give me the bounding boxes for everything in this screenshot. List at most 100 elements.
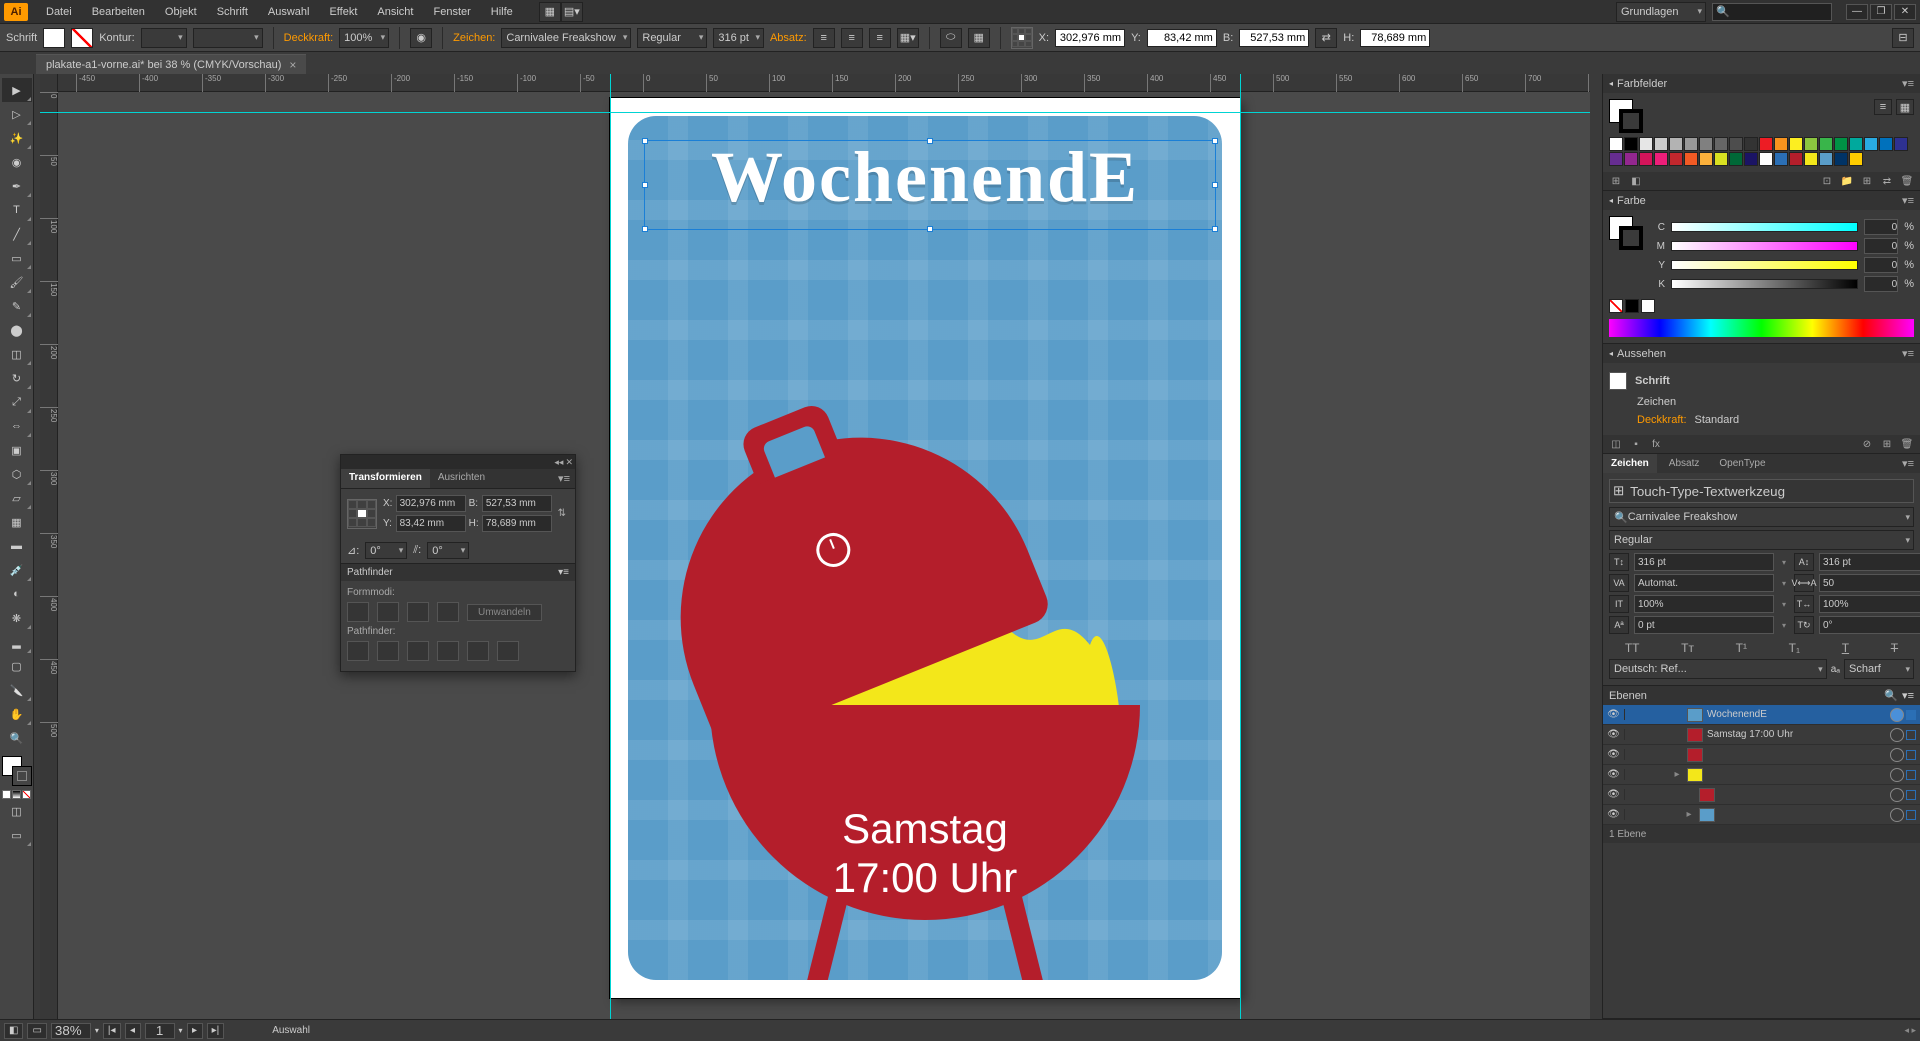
- h-input[interactable]: [1360, 29, 1430, 47]
- panel-close-icon[interactable]: ✕: [565, 457, 573, 468]
- minimize-button[interactable]: —: [1846, 4, 1868, 20]
- swatch[interactable]: [1684, 152, 1698, 166]
- controlbar-menu-button[interactable]: ⊟: [1892, 28, 1914, 48]
- target-icon[interactable]: [1890, 808, 1904, 822]
- swatch[interactable]: [1699, 152, 1713, 166]
- char-label[interactable]: Zeichen:: [453, 32, 495, 44]
- size-input[interactable]: [1634, 553, 1774, 571]
- swatch-link-icon[interactable]: ⇄: [1880, 176, 1894, 187]
- zoom-tool[interactable]: 🔍: [2, 726, 32, 750]
- color-fill-stroke[interactable]: [1609, 216, 1643, 250]
- zoom-dropdown-icon[interactable]: ▾: [95, 1026, 99, 1035]
- swatch[interactable]: [1819, 137, 1833, 151]
- tracking-input[interactable]: [1819, 574, 1920, 592]
- mesh-tool[interactable]: ▦: [2, 510, 32, 534]
- spectrum-bar[interactable]: [1609, 319, 1914, 337]
- swatch-fill-stroke[interactable]: [1609, 99, 1643, 133]
- font-select[interactable]: Carnivalee Freakshow: [501, 28, 631, 48]
- align-left-button[interactable]: ≡: [813, 28, 835, 48]
- swatch[interactable]: [1639, 137, 1653, 151]
- intersect-button[interactable]: [407, 602, 429, 622]
- direct-selection-tool[interactable]: ▷: [2, 102, 32, 126]
- close-button[interactable]: ✕: [1894, 4, 1916, 20]
- scale-tool[interactable]: ⤢: [2, 390, 32, 414]
- black-swatch-icon[interactable]: [1625, 299, 1639, 313]
- draw-mode-button[interactable]: ◫: [2, 799, 32, 823]
- align-right-button[interactable]: ≡: [869, 28, 891, 48]
- rotate-tool[interactable]: ↻: [2, 366, 32, 390]
- ruler-vertical[interactable]: 050100150200250300350400450500: [40, 74, 58, 1019]
- artboard-input[interactable]: [145, 1023, 175, 1039]
- layer-row[interactable]: 👁▸: [1603, 805, 1920, 825]
- warp-button[interactable]: ⬭: [940, 28, 962, 48]
- collapse-icon[interactable]: ◂: [1609, 349, 1613, 358]
- swatch[interactable]: [1714, 152, 1728, 166]
- panel-menu-icon[interactable]: ▾≡: [1902, 347, 1914, 360]
- baseline-input[interactable]: [1634, 616, 1774, 634]
- stroke-weight-select[interactable]: [141, 28, 187, 48]
- selection-tool[interactable]: ▶: [2, 78, 32, 102]
- width-tool[interactable]: ⇔: [2, 414, 32, 438]
- fill-stroke-indicator[interactable]: [2, 756, 32, 786]
- recolor-button[interactable]: ◉: [410, 28, 432, 48]
- divide-button[interactable]: [347, 641, 369, 661]
- y-slider[interactable]: [1671, 260, 1858, 270]
- poster-subtext[interactable]: Samstag 17:00 Uhr: [685, 805, 1165, 902]
- target-icon[interactable]: [1890, 708, 1904, 722]
- layout-button[interactable]: ▤▾: [561, 2, 583, 22]
- smallcaps-button[interactable]: Tᴛ: [1681, 641, 1694, 655]
- ref-point-selector[interactable]: [1011, 27, 1033, 49]
- k-input[interactable]: [1864, 276, 1898, 292]
- swatch[interactable]: [1834, 152, 1848, 166]
- c-slider[interactable]: [1671, 222, 1858, 232]
- guide-horizontal[interactable]: [40, 112, 1590, 113]
- layers-list[interactable]: 👁WochenendE👁Samstag 17:00 Uhr👁👁▸👁👁▸: [1603, 705, 1920, 825]
- layer-row[interactable]: 👁▸: [1603, 765, 1920, 785]
- guide-vertical-left[interactable]: [610, 74, 611, 1019]
- appearance-opacity-label[interactable]: Deckkraft:: [1637, 414, 1687, 426]
- panel-menu-icon[interactable]: ▾≡: [1902, 194, 1914, 207]
- c-input[interactable]: [1864, 219, 1898, 235]
- delete-swatch-icon[interactable]: 🗑: [1900, 176, 1914, 187]
- menu-datei[interactable]: Datei: [36, 0, 82, 24]
- tab-absatz[interactable]: Absatz: [1661, 454, 1708, 473]
- swatch[interactable]: [1789, 137, 1803, 151]
- align-menu-button[interactable]: ▦▾: [897, 28, 919, 48]
- slice-tool[interactable]: 🔪: [2, 678, 32, 702]
- para-label[interactable]: Absatz:: [770, 32, 807, 44]
- magic-wand-tool[interactable]: ✨: [2, 126, 32, 150]
- aa-select[interactable]: Scharf: [1844, 659, 1914, 679]
- touch-type-button[interactable]: ⊞Touch-Type-Textwerkzeug: [1609, 479, 1914, 503]
- panel-menu-icon[interactable]: ▾≡: [1902, 457, 1914, 470]
- color-mode-icons[interactable]: [0, 790, 33, 799]
- link-wh-button[interactable]: ⇄: [1315, 28, 1337, 48]
- shear-select[interactable]: 0°: [427, 542, 469, 559]
- w-input[interactable]: [1239, 29, 1309, 47]
- y-input[interactable]: [1147, 29, 1217, 47]
- swatch[interactable]: [1669, 137, 1683, 151]
- vertical-scrollbar[interactable]: [1590, 74, 1602, 1019]
- new-swatch-icon[interactable]: ⊞: [1860, 176, 1874, 187]
- swatch[interactable]: [1654, 152, 1668, 166]
- align-center-button[interactable]: ≡: [841, 28, 863, 48]
- canvas[interactable]: 050100150200250300350400450500 -450-400-…: [40, 74, 1590, 1019]
- tab-ausrichten[interactable]: Ausrichten: [430, 469, 493, 488]
- angle-select[interactable]: 0°: [365, 542, 407, 559]
- exclude-button[interactable]: [437, 602, 459, 622]
- panel-menu-icon[interactable]: ▾≡: [1902, 689, 1914, 702]
- m-input[interactable]: [1864, 238, 1898, 254]
- swatch[interactable]: [1714, 137, 1728, 151]
- char-style-select[interactable]: Regular: [1609, 530, 1914, 550]
- swatch[interactable]: [1729, 152, 1743, 166]
- hand-tool[interactable]: ✋: [2, 702, 32, 726]
- menu-schrift[interactable]: Schrift: [207, 0, 258, 24]
- swatch-options-icon[interactable]: ⊡: [1820, 176, 1834, 187]
- graph-tool[interactable]: ▂: [2, 630, 32, 654]
- visibility-icon[interactable]: 👁: [1603, 789, 1625, 800]
- search-layers-icon[interactable]: 🔍: [1884, 689, 1898, 702]
- visibility-icon[interactable]: 👁: [1603, 769, 1625, 780]
- none-color-icon[interactable]: [1609, 299, 1623, 313]
- menu-auswahl[interactable]: Auswahl: [258, 0, 320, 24]
- gradient-tool[interactable]: ▬: [2, 534, 32, 558]
- swatch[interactable]: [1774, 137, 1788, 151]
